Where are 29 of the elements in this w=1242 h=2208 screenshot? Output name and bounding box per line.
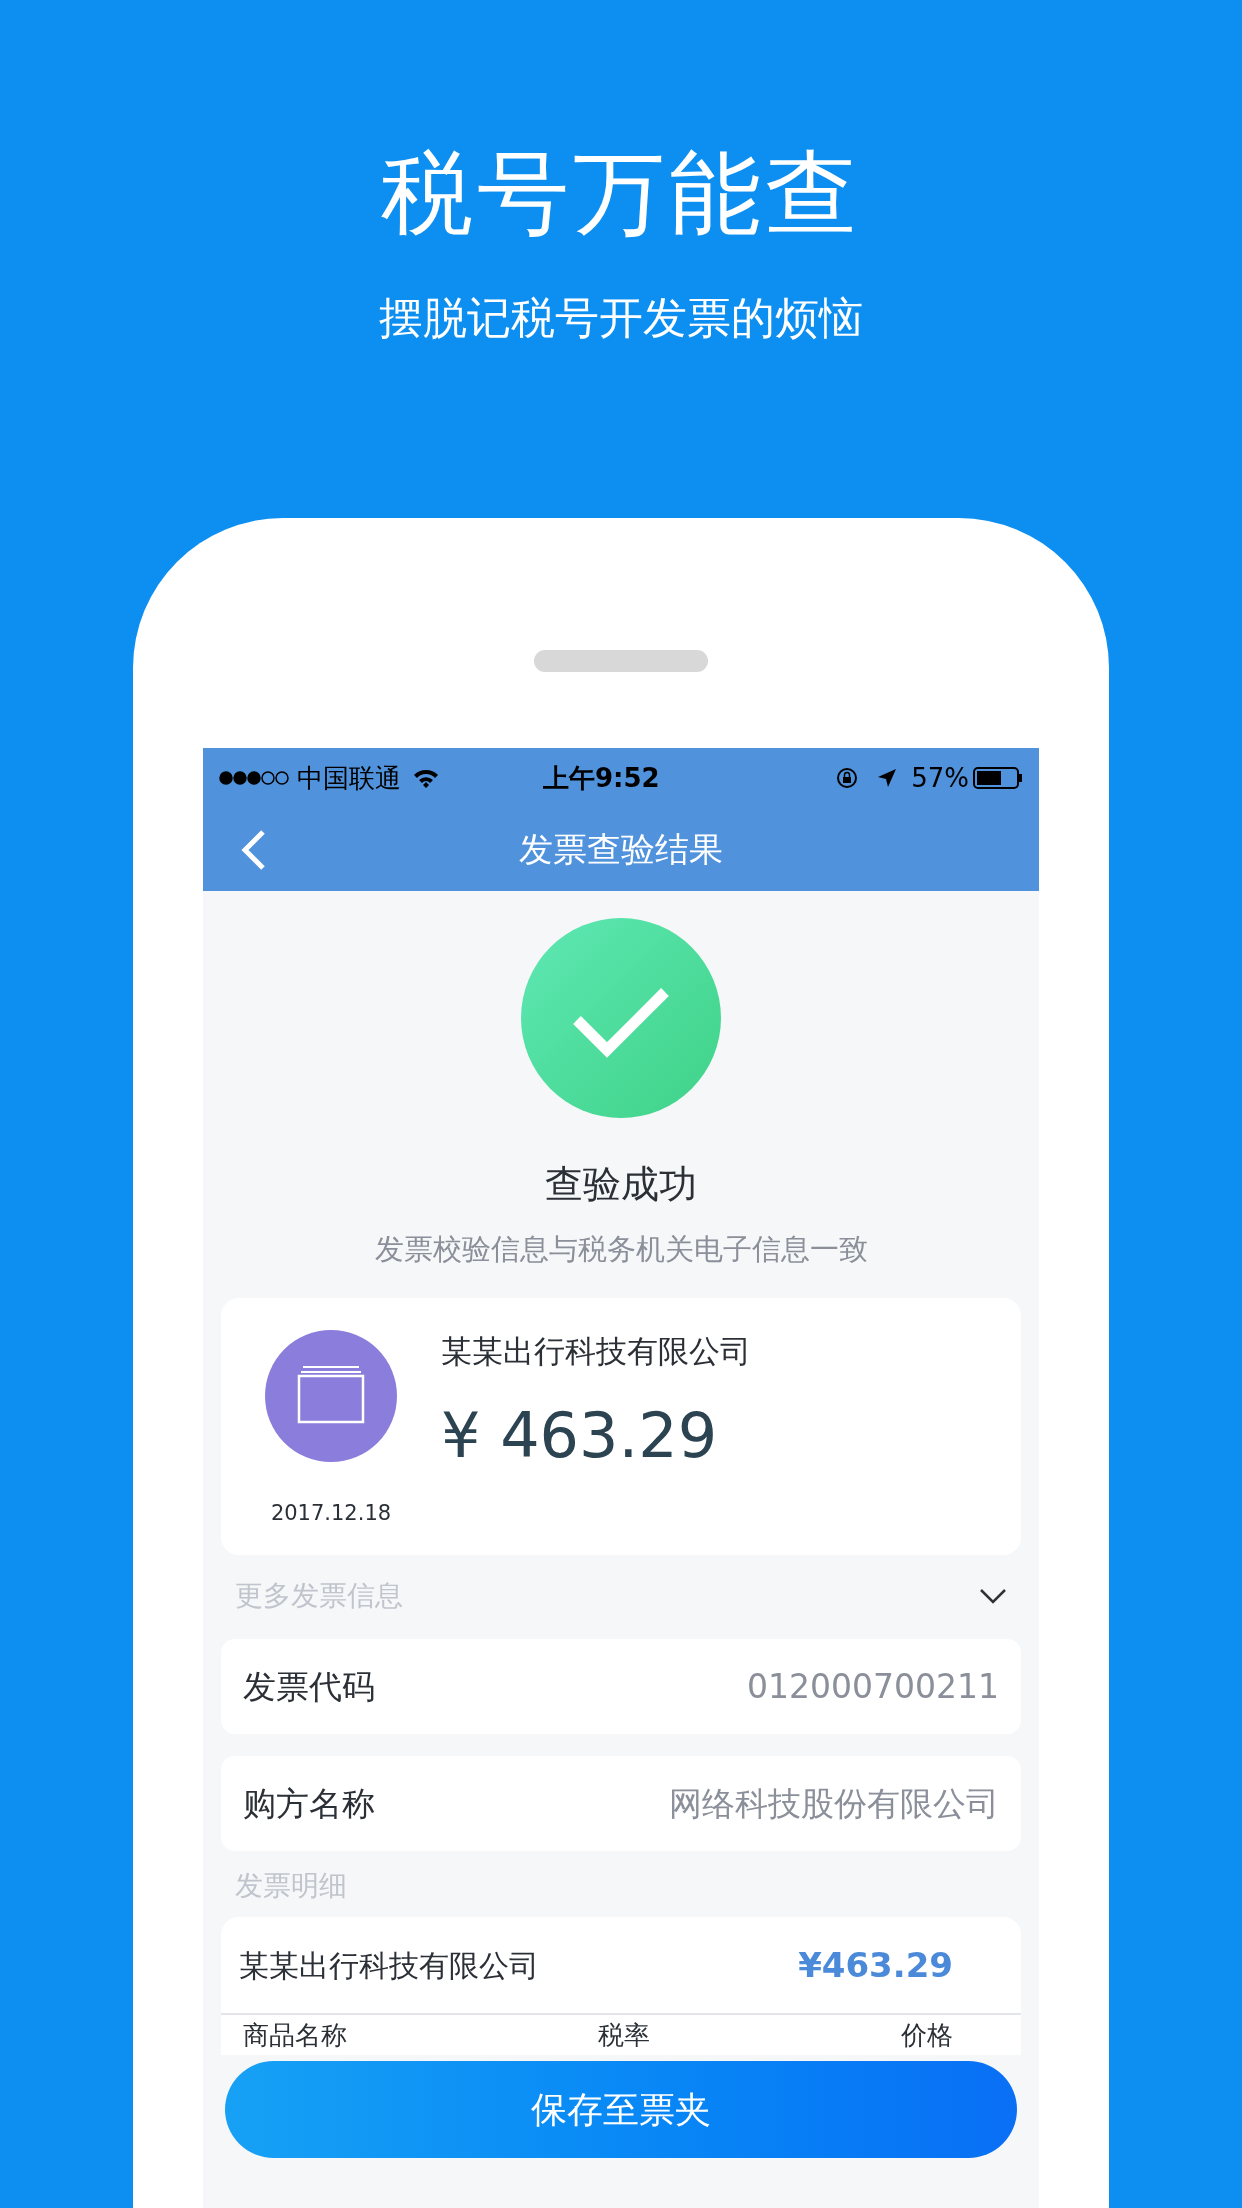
battery-icon bbox=[973, 767, 1023, 789]
invoice-amount: ¥ 463.29 bbox=[441, 1397, 719, 1474]
promo-title: 税号万能查 bbox=[381, 139, 861, 249]
column-header: 商品名称 bbox=[243, 2018, 347, 2052]
result-title: 查验成功 bbox=[545, 1161, 697, 1208]
column-header: 价格 bbox=[901, 2018, 953, 2052]
detail-amount: ¥463.29 bbox=[798, 1943, 953, 1987]
nav-title: 发票查验结果 bbox=[519, 828, 723, 871]
field-label: 购方名称 bbox=[243, 1782, 375, 1825]
signal-icon bbox=[219, 771, 289, 785]
field-value: 网络科技股份有限公司 bbox=[669, 1782, 999, 1825]
wifi-icon bbox=[413, 768, 439, 788]
success-check-icon bbox=[521, 918, 721, 1118]
promo-subtitle: 摆脱记税号开发票的烦恼 bbox=[379, 291, 863, 345]
invoice-date: 2017.12.18 bbox=[270, 1500, 392, 1527]
column-header: 税率 bbox=[598, 2018, 650, 2052]
seller-name: 某某出行科技有限公司 bbox=[239, 1946, 539, 1985]
expand-chevron-icon[interactable] bbox=[979, 1588, 1007, 1604]
clock-time: 上午9:52 bbox=[543, 761, 660, 795]
result-message: 发票校验信息与税务机关电子信息一致 bbox=[374, 1231, 868, 1268]
field-value: 012000700211 bbox=[747, 1665, 999, 1708]
carrier-name: 中国联通 bbox=[297, 761, 401, 795]
invoice-icon bbox=[265, 1330, 397, 1462]
save-button[interactable]: 保存至票夹 bbox=[225, 2061, 1017, 2158]
rotation-lock-icon bbox=[835, 766, 860, 790]
location-arrow-icon bbox=[877, 768, 898, 788]
field-label: 发票代码 bbox=[243, 1665, 375, 1708]
company-name: 某某出行科技有限公司 bbox=[441, 1332, 751, 1371]
battery-percent: 57% bbox=[911, 761, 969, 795]
